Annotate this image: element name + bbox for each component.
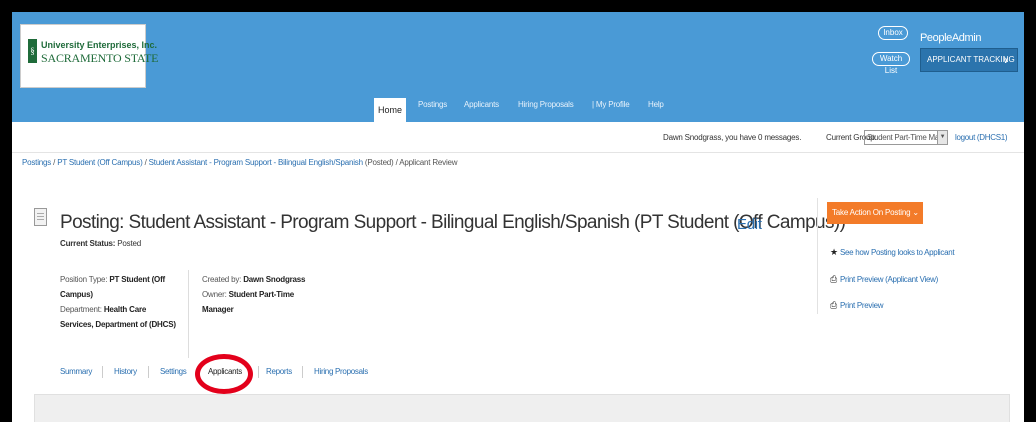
tab-separator (302, 366, 303, 378)
created-by-label: Created by: (202, 275, 242, 284)
tab-summary[interactable]: Summary (60, 367, 92, 376)
print-preview-link[interactable]: ⎙ Print Preview (830, 300, 884, 311)
logo-line1: University Enterprises, Inc. (41, 40, 158, 50)
chevron-down-icon: ∨ (1002, 55, 1009, 65)
highlight-circle (195, 354, 253, 394)
breadcrumb-state: (Posted) (364, 158, 394, 167)
tab-settings[interactable]: Settings (160, 367, 187, 376)
status-label: Current Status: (60, 239, 116, 248)
take-action-label: Take Action On Posting (832, 208, 911, 217)
nav-postings[interactable]: Postings (418, 100, 447, 109)
seal-icon: § (28, 39, 37, 63)
tab-reports[interactable]: Reports (266, 367, 292, 376)
app-header: § University Enterprises, Inc. SACRAMENT… (12, 12, 1024, 122)
take-action-button[interactable]: Take Action On Posting ⌄ (827, 202, 923, 224)
posting-details-right: Created by: Dawn Snodgrass Owner: Studen… (202, 272, 322, 317)
printer-icon: ⎙ (830, 300, 837, 310)
nav-home[interactable]: Home (374, 98, 406, 122)
content-panel (34, 394, 1010, 422)
department-label: Department: (60, 305, 102, 314)
star-icon: ★ (830, 247, 838, 257)
position-type-label: Position Type: (60, 275, 108, 284)
owner-label: Owner: (202, 290, 227, 299)
tab-history[interactable]: History (114, 367, 137, 376)
tab-separator (102, 366, 103, 378)
divider (12, 152, 1024, 153)
brand-label: PeopleAdmin (920, 32, 982, 44)
message-bar: Dawn Snodgrass, you have 0 messages. Cur… (12, 128, 1024, 150)
group-select[interactable]: Student Part-Time Manager ▼ (864, 130, 948, 145)
column-divider (188, 270, 189, 358)
nav-hiring-proposals[interactable]: Hiring Proposals (518, 100, 574, 109)
group-select-value: Student Part-Time Manager (867, 133, 947, 142)
nav-help[interactable]: Help (648, 100, 664, 109)
chevron-down-icon: ⌄ (912, 208, 919, 217)
status-value: Posted (117, 239, 141, 248)
panel-divider (817, 198, 818, 314)
breadcrumb-separator: / (144, 158, 147, 167)
inbox-button[interactable]: Inbox (878, 26, 908, 40)
tab-hiring-proposals[interactable]: Hiring Proposals (314, 367, 368, 376)
tab-separator (258, 366, 259, 378)
logout-link[interactable]: logout (DHCS1) (955, 133, 1008, 142)
tab-separator (148, 366, 149, 378)
nav-applicants[interactable]: Applicants (464, 100, 499, 109)
breadcrumb-separator: / (53, 158, 56, 167)
main-nav: Home Postings Applicants Hiring Proposal… (12, 98, 1024, 122)
current-status: Current Status: Posted (60, 239, 141, 248)
printer-icon: ⎙ (830, 274, 837, 284)
breadcrumb-postings[interactable]: Postings (22, 158, 51, 167)
print-preview-label: Print Preview (840, 301, 884, 310)
browser-page: § University Enterprises, Inc. SACRAMENT… (12, 12, 1024, 422)
breadcrumb-separator: / (395, 158, 398, 167)
print-preview-applicant-link[interactable]: ⎙ Print Preview (Applicant View) (830, 274, 938, 285)
nav-my-profile[interactable]: | My Profile (592, 100, 630, 109)
breadcrumb-category[interactable]: PT Student (Off Campus) (57, 158, 143, 167)
page-title: Posting: Student Assistant - Program Sup… (60, 212, 846, 233)
view-as-applicant-link[interactable]: ★ See how Posting looks to Applicant (830, 247, 955, 258)
edit-link[interactable]: Edit (737, 216, 762, 233)
view-as-applicant-label: See how Posting looks to Applicant (840, 248, 955, 257)
posting-details-left: Position Type: PT Student (Off Campus) D… (60, 272, 180, 332)
document-icon (34, 208, 47, 226)
breadcrumb: Postings / PT Student (Off Campus) / Stu… (22, 158, 458, 167)
print-preview-applicant-label: Print Preview (Applicant View) (840, 275, 939, 284)
created-by-value: Dawn Snodgrass (243, 275, 306, 284)
breadcrumb-posting[interactable]: Student Assistant - Program Support - Bi… (149, 158, 363, 167)
watch-list-button[interactable]: Watch List (872, 52, 910, 75)
breadcrumb-current: Applicant Review (399, 158, 458, 167)
messages-text[interactable]: Dawn Snodgrass, you have 0 messages. (663, 133, 801, 142)
logo[interactable]: § University Enterprises, Inc. SACRAMENT… (20, 24, 159, 88)
app-switcher[interactable]: APPLICANT TRACKING ∨ (920, 48, 1018, 72)
dropdown-arrow-icon: ▼ (937, 131, 947, 144)
logo-line2: SACRAMENTO STATE (41, 51, 159, 65)
